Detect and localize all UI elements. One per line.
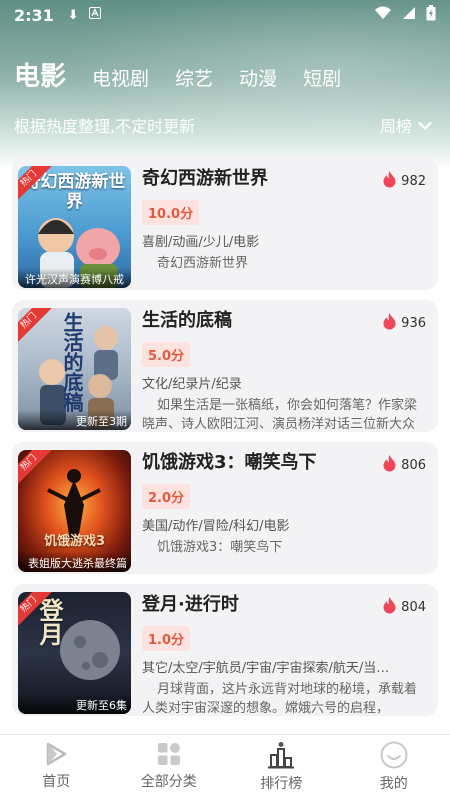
category-tabs: 电影 电视剧 综艺 动漫 短剧 bbox=[14, 56, 341, 93]
score-badge: 1.0分 bbox=[142, 626, 191, 651]
heat-indicator: 806 bbox=[382, 454, 426, 476]
heat-indicator: 804 bbox=[382, 596, 426, 618]
tab-ranking-label: 排行榜 bbox=[260, 776, 303, 792]
tab-variety[interactable]: 综艺 bbox=[175, 64, 213, 91]
item-info: 饥饿游戏3：嘲笑鸟下 806 2.0分 美国/动作/冒险/科幻/电影 饥饿游戏3… bbox=[142, 450, 426, 557]
heat-value: 982 bbox=[401, 173, 426, 189]
ranking-description: 根据热度整理,不定时更新 bbox=[14, 117, 196, 136]
poster-title: 生活的底稿 bbox=[60, 312, 84, 412]
flame-icon bbox=[382, 312, 397, 334]
ranking-period-dropdown[interactable]: 周榜 bbox=[380, 113, 432, 137]
status-bar: 2:31 ⬇ bbox=[0, 0, 450, 30]
heat-indicator: 982 bbox=[382, 170, 426, 192]
list-item[interactable]: 饥饿游戏3 表姐版大逃杀最终篇 热门 饥饿游戏3：嘲笑鸟下 806 2.0分 美… bbox=[12, 442, 438, 574]
flame-icon bbox=[382, 454, 397, 476]
ranking-subheader: 根据热度整理,不定时更新 周榜 bbox=[14, 113, 432, 137]
tab-mine-label: 我的 bbox=[379, 776, 408, 792]
ranking-period-label: 周榜 bbox=[379, 117, 412, 136]
item-info: 生活的底稿 936 5.0分 文化/纪录片/纪录 如果生活是一张稿纸，你会如何落… bbox=[142, 308, 426, 432]
tab-short-drama[interactable]: 短剧 bbox=[303, 64, 341, 91]
smile-icon bbox=[380, 741, 408, 769]
notification-a-icon bbox=[88, 7, 101, 23]
heat-value: 804 bbox=[401, 599, 426, 615]
poster-caption: 表姐版大逃杀最终篇 bbox=[18, 552, 131, 572]
battery-icon bbox=[426, 5, 436, 25]
heat-indicator: 936 bbox=[382, 312, 426, 334]
poster-image: 奇幻西游新世界 许光汉声演赛博八戒 热门 bbox=[18, 166, 131, 288]
signal-icon bbox=[402, 6, 416, 24]
ranking-icon bbox=[267, 741, 295, 769]
poster-image: 生活的底稿 更新至3期 热门 bbox=[18, 308, 131, 430]
tab-ranking[interactable]: 排行榜 bbox=[225, 735, 338, 800]
wifi-icon bbox=[374, 6, 392, 24]
poster-image: 饥饿游戏3 表姐版大逃杀最终篇 热门 bbox=[18, 450, 131, 572]
item-description: 奇幻西游新世界 bbox=[157, 256, 249, 271]
item-info: 登月·进行时 804 1.0分 其它/太空/宇航员/宇宙/宇宙探索/航天/当… … bbox=[142, 592, 426, 716]
tab-tv-series[interactable]: 电视剧 bbox=[92, 64, 149, 91]
poster-caption: 更新至6集 bbox=[18, 694, 131, 714]
chevron-down-icon bbox=[418, 116, 432, 135]
score-badge: 10.0分 bbox=[142, 200, 200, 225]
tab-all-categories-label: 全部分类 bbox=[140, 774, 197, 790]
play-icon bbox=[43, 741, 69, 767]
tab-home[interactable]: 首页 bbox=[0, 735, 113, 800]
flame-icon bbox=[382, 596, 397, 618]
item-tags: 喜剧/动画/少儿/电影 bbox=[142, 235, 260, 250]
item-tags: 美国/动作/冒险/科幻/电影 bbox=[142, 519, 290, 534]
flame-icon bbox=[382, 170, 397, 192]
list-item[interactable]: 登月 更新至6集 热门 登月·进行时 804 1.0分 其它/太空/宇航员/宇宙… bbox=[12, 584, 438, 716]
heat-value: 936 bbox=[401, 315, 426, 331]
item-description: 饥饿游戏3：嘲笑鸟下 bbox=[157, 540, 283, 555]
poster-caption: 更新至3期 bbox=[18, 410, 131, 430]
poster-image: 登月 更新至6集 热门 bbox=[18, 592, 131, 714]
list-item[interactable]: 奇幻西游新世界 许光汉声演赛博八戒 热门 奇幻西游新世界 982 10.0分 喜… bbox=[12, 158, 438, 290]
tab-home-label: 首页 bbox=[42, 774, 71, 790]
score-badge: 2.0分 bbox=[142, 484, 191, 509]
ranking-list: 奇幻西游新世界 许光汉声演赛博八戒 热门 奇幻西游新世界 982 10.0分 喜… bbox=[12, 158, 438, 726]
tab-all-categories[interactable]: 全部分类 bbox=[113, 735, 226, 800]
status-time: 2:31 bbox=[14, 5, 54, 25]
item-description: 月球背面，这片永远背对地球的秘境，承载着人类对宇宙深邃的想象。嫦娥六号的启程， bbox=[142, 682, 418, 716]
item-tags: 文化/纪录片/纪录 bbox=[142, 377, 242, 392]
item-description: 如果生活是一张稿纸，你会如何落笔？作家梁晓声、诗人欧阳江河、演员杨洋对话三位新大… bbox=[142, 398, 418, 432]
poster-title: 饥饿游戏3 bbox=[43, 534, 106, 549]
grid-icon bbox=[156, 741, 182, 767]
item-tags: 其它/太空/宇航员/宇宙/宇宙探索/航天/当… bbox=[142, 661, 390, 676]
tab-movie[interactable]: 电影 bbox=[14, 56, 66, 93]
list-item[interactable]: 生活的底稿 更新至3期 热门 生活的底稿 936 5.0分 文化/纪录片/纪录 … bbox=[12, 300, 438, 432]
item-info: 奇幻西游新世界 982 10.0分 喜剧/动画/少儿/电影 奇幻西游新世界 bbox=[142, 166, 426, 273]
download-icon: ⬇ bbox=[67, 7, 79, 23]
heat-value: 806 bbox=[401, 457, 426, 473]
score-badge: 5.0分 bbox=[142, 342, 191, 367]
poster-caption: 许光汉声演赛博八戒 bbox=[18, 268, 131, 288]
tab-mine[interactable]: 我的 bbox=[338, 735, 450, 800]
tab-anime[interactable]: 动漫 bbox=[239, 64, 277, 91]
bottom-tab-bar: 首页 全部分类 排行榜 我的 bbox=[0, 734, 450, 800]
